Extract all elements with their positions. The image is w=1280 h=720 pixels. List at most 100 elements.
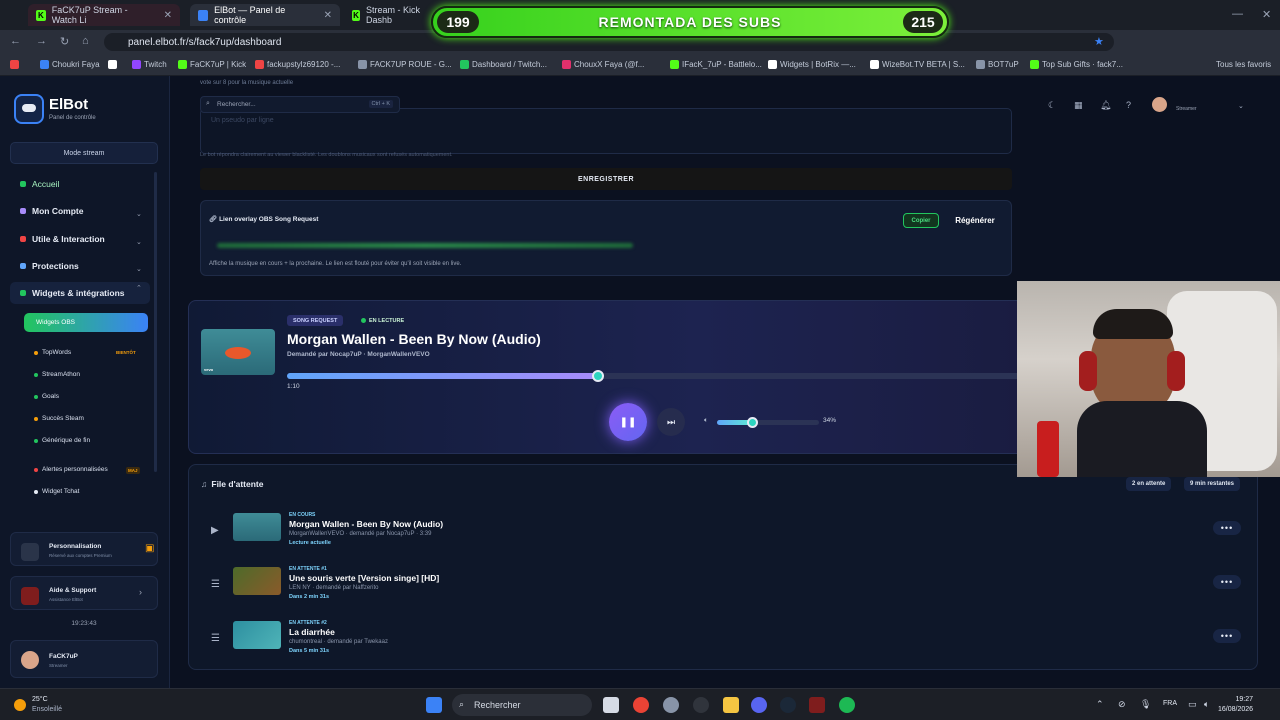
wifi-off-icon[interactable]: ⊘ <box>1118 699 1126 710</box>
obs-icon[interactable] <box>693 697 709 713</box>
windows-start-icon[interactable] <box>426 697 442 713</box>
sidebar-item-utile[interactable]: Utile & Interaction <box>20 234 105 244</box>
bookmark-item[interactable] <box>108 60 117 69</box>
all-bookmarks[interactable]: Tous les favoris <box>1216 60 1271 69</box>
sidebar-item-widgets-obs[interactable]: Widgets OBS <box>24 313 148 332</box>
volume-icon[interactable]: 🔈︎ <box>1204 699 1209 710</box>
bookmark-item[interactable]: Choukri Faya <box>40 60 100 69</box>
tab-label: Stream - Kick Dashb <box>366 5 421 25</box>
more-options-button[interactable]: ••• <box>1213 575 1241 589</box>
sidebar-item-mon-compte[interactable]: Mon Compte <box>20 206 83 216</box>
bookmark-item[interactable]: IFacK_7uP - Battlelo... <box>670 60 762 69</box>
bookmark-item[interactable]: Top Sub Gifts · fack7... <box>1030 60 1123 69</box>
settings-icon[interactable] <box>663 697 679 713</box>
close-window-icon[interactable]: ✕ <box>1262 8 1271 21</box>
streamer-hair <box>1093 309 1173 339</box>
more-options-button[interactable]: ••• <box>1213 629 1241 643</box>
tab-elbot-panel[interactable]: ElBot — Panel de contrôle ✕ <box>190 4 340 26</box>
sun-icon <box>14 699 26 711</box>
bookmark-star-icon[interactable]: ★ <box>1094 35 1104 48</box>
tab-kick-stream[interactable]: K FaCK7uP Stream - Watch Li ✕ <box>28 4 180 26</box>
forward-icon[interactable]: → <box>36 35 47 47</box>
moon-icon[interactable]: ☾ <box>1048 100 1056 111</box>
sidebar-item-protections[interactable]: Protections <box>20 261 79 271</box>
spotify-icon[interactable] <box>839 697 855 713</box>
steam-icon[interactable] <box>780 697 796 713</box>
volume-icon[interactable]: 🔈︎ <box>704 417 708 425</box>
queue-row: ▶ EN COURS Morgan Wallen - Been By Now (… <box>189 509 1259 559</box>
search-input[interactable]: ⌕ Rechercher... Ctrl + K <box>200 96 400 113</box>
bookmark-item[interactable]: fackupstylz69120 -... <box>255 60 340 69</box>
network-icon[interactable]: ▭ <box>1188 699 1197 710</box>
bookmark-item[interactable]: Dashboard / Twitch... <box>460 60 547 69</box>
help-icon[interactable]: ? <box>1126 100 1131 110</box>
bookmark-item[interactable]: WizeBot.TV BETA | S... <box>870 60 965 69</box>
chevron-down-icon[interactable]: ⌄ <box>1238 102 1244 110</box>
more-options-button[interactable]: ••• <box>1213 521 1241 535</box>
song-requester: Demandé par Nocap7uP · MorganWallenVEVO <box>287 351 430 358</box>
volume-slider[interactable] <box>717 417 819 428</box>
user-card[interactable]: FaCK7uP Streamer <box>10 640 158 678</box>
elbot-logo <box>14 94 44 124</box>
drag-handle-icon[interactable]: ☰ <box>211 633 220 644</box>
sidebar-scrollbar[interactable] <box>154 172 157 472</box>
task-view-icon[interactable] <box>603 697 619 713</box>
app-icon[interactable] <box>809 697 825 713</box>
clock[interactable]: 19:27 16/08/2026 <box>1218 695 1253 715</box>
skip-button[interactable]: ⏭︎ <box>657 408 685 436</box>
sidebar-item-succes-steam[interactable]: Succès Steam <box>34 415 84 422</box>
bookmark-item[interactable]: Widgets | BotRix —... <box>768 60 856 69</box>
bookmark-item[interactable]: Twitch <box>132 60 167 69</box>
microphone-icon[interactable]: 🎙︎ <box>1140 699 1151 710</box>
sidebar-item-widgets[interactable]: Widgets & intégrations <box>20 288 124 298</box>
sidebar-item-alertes[interactable]: Alertes personnalisées <box>34 466 108 473</box>
close-icon[interactable]: ✕ <box>324 10 332 21</box>
vevo-logo: vevo <box>204 367 214 372</box>
regenerate-button[interactable]: Régénérer <box>947 211 1003 229</box>
chevron-up-icon: ⌃ <box>136 285 142 292</box>
save-button[interactable]: ENREGISTRER <box>200 168 1012 190</box>
progress-slider[interactable] <box>287 370 1027 382</box>
weather-widget[interactable]: 25°C Ensoleillé <box>14 695 62 715</box>
discord-icon[interactable] <box>751 697 767 713</box>
volume-handle[interactable] <box>746 417 758 428</box>
sidebar-item-generique[interactable]: Générique de fin <box>34 437 90 444</box>
tab-kick-dashboard[interactable]: K Stream - Kick Dashb <box>344 4 434 26</box>
progress-handle[interactable] <box>591 370 604 382</box>
sidebar-item-widget-tchat[interactable]: Widget Tchat <box>34 488 79 495</box>
bell-icon[interactable]: 🔔︎ <box>1100 100 1111 111</box>
overlay-desc: Affiche la musique en cours + la prochai… <box>209 261 462 267</box>
avatar[interactable] <box>1152 97 1167 112</box>
tool-icon <box>20 236 26 242</box>
queue-row: ☰ EN ATTENTE #1 Une souris verte [Versio… <box>189 563 1259 613</box>
reload-icon[interactable]: ↻ <box>60 35 69 48</box>
bookmark-item[interactable]: BOT7uP <box>976 60 1019 69</box>
overlay-link-card: 🔗︎ Lien overlay OBS Song Request Copier … <box>200 200 1012 276</box>
mode-stream-button[interactable]: Mode stream <box>10 142 158 164</box>
drag-handle-icon[interactable]: ☰ <box>211 579 220 590</box>
minimize-icon[interactable]: — <box>1232 8 1243 20</box>
close-icon[interactable]: ✕ <box>164 10 172 21</box>
bookmark-item[interactable]: FACK7UP ROUE - G... <box>358 60 452 69</box>
play-icon[interactable]: ▶ <box>211 525 219 536</box>
back-icon[interactable]: ← <box>10 35 21 47</box>
pause-button[interactable]: ❚❚ <box>609 403 647 441</box>
sidebar-item-streamathon[interactable]: StreamAthon <box>34 371 80 378</box>
folder-icon[interactable] <box>723 697 739 713</box>
chrome-icon[interactable] <box>633 697 649 713</box>
help-card[interactable]: Aide & Support Assistance ElBot › <box>10 576 158 610</box>
taskbar-search[interactable]: ⌕ Rechercher <box>452 694 592 716</box>
sidebar-item-goals[interactable]: Goals <box>34 393 59 400</box>
copy-button[interactable]: Copier <box>903 213 939 228</box>
user-icon <box>20 208 26 214</box>
sidebar-item-topwords[interactable]: TopWords <box>34 349 71 356</box>
apps-icon[interactable] <box>10 60 19 69</box>
bookmark-item[interactable]: FaCK7uP | Kick <box>178 60 246 69</box>
home-icon[interactable]: ⌂ <box>82 35 89 47</box>
language-indicator[interactable]: FRA <box>1163 700 1177 707</box>
sidebar-item-accueil[interactable]: Accueil <box>20 179 59 189</box>
grid-icon[interactable]: ▦ <box>1074 100 1083 111</box>
personnalisation-card[interactable]: Personnalisation Réservé aux comptes Pre… <box>10 532 158 566</box>
bookmark-item[interactable]: ChouxX Faya (@f... <box>562 60 644 69</box>
chevron-up-icon[interactable]: ⌃ <box>1096 699 1104 710</box>
